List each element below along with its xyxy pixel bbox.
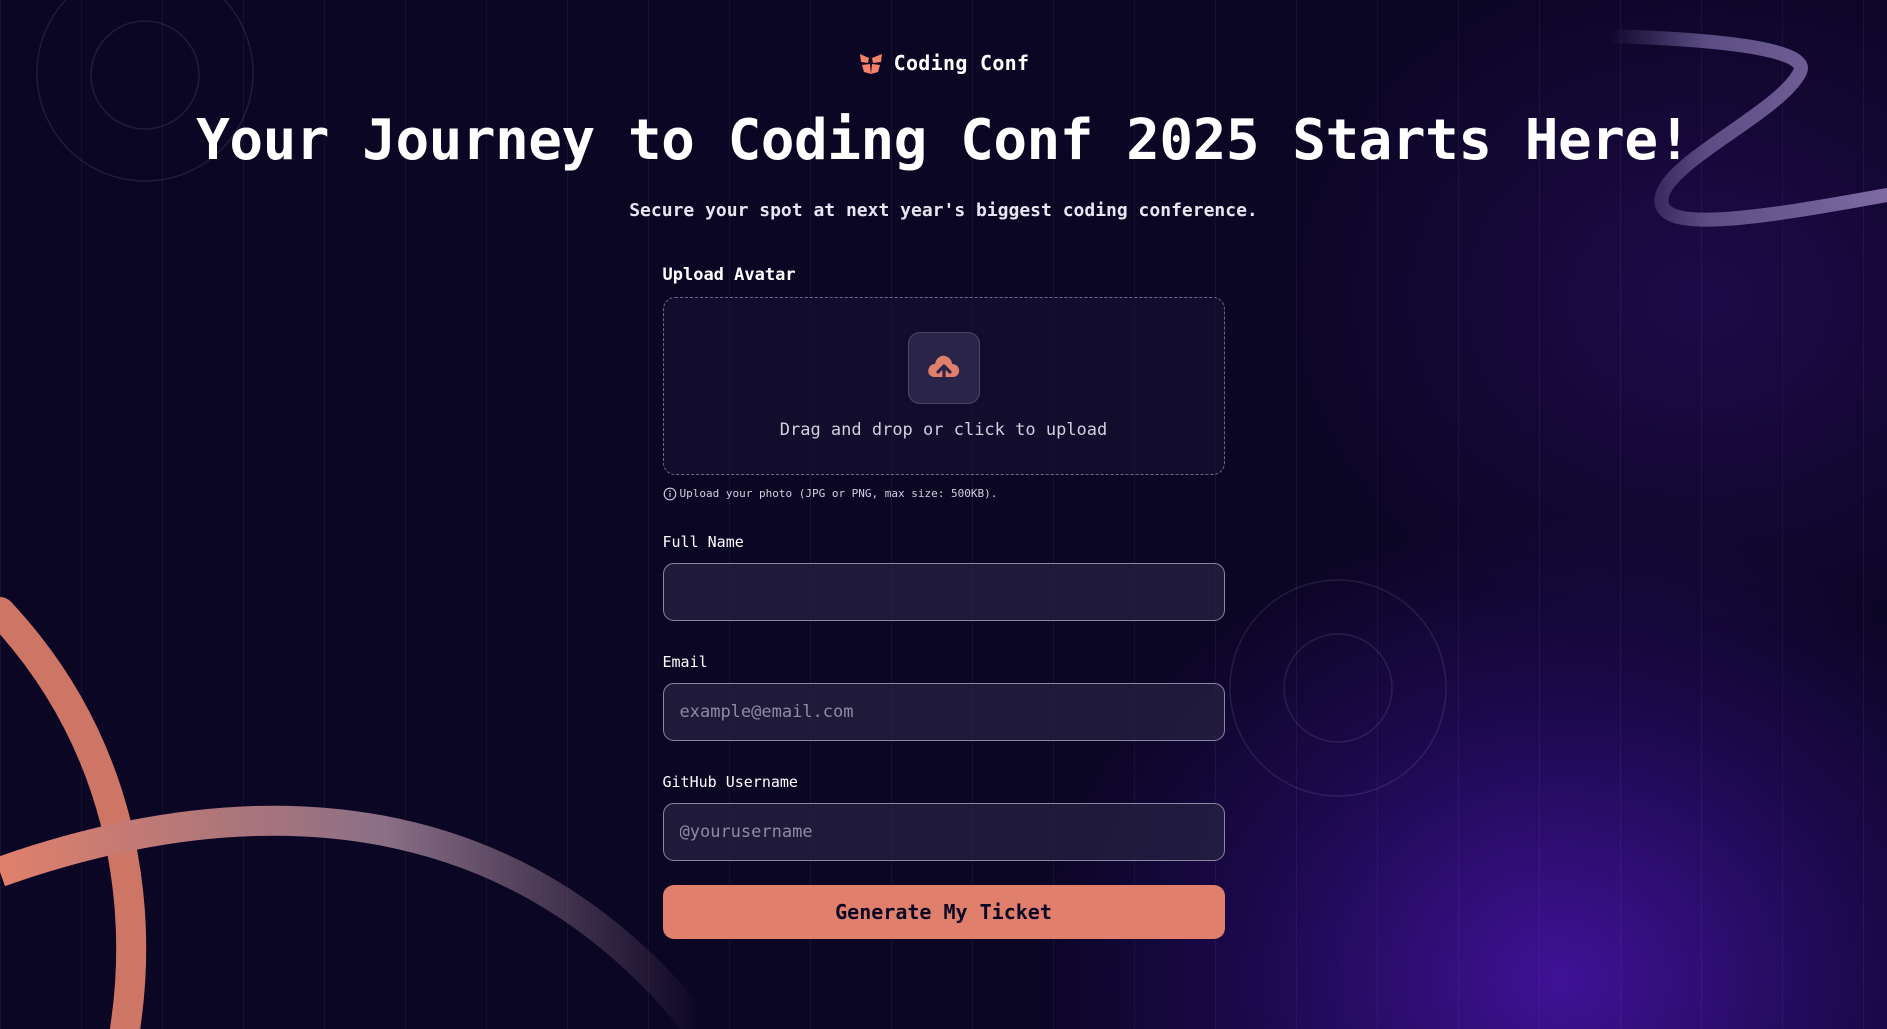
- github-username-input[interactable]: [662, 802, 1225, 861]
- github-group: GitHub Username: [662, 772, 1225, 861]
- page-subtitle: Secure your spot at next year's biggest …: [629, 199, 1258, 221]
- email-label: Email: [662, 652, 708, 671]
- full-name-label: Full Name: [662, 532, 744, 551]
- page-title: Your Journey to Coding Conf 2025 Starts …: [196, 108, 1691, 173]
- brand-name: Coding Conf: [893, 51, 1030, 75]
- brand[interactable]: Coding Conf: [858, 50, 1030, 76]
- upload-hint: Upload your photo (JPG or PNG, max size:…: [663, 487, 1225, 501]
- ticket-form: Upload Avatar Drag and drop or click to …: [662, 264, 1225, 939]
- upload-hint-text: Upload your photo (JPG or PNG, max size:…: [679, 487, 998, 501]
- email-input[interactable]: [662, 682, 1225, 741]
- coding-conf-logo-icon: [859, 54, 882, 74]
- full-name-group: Full Name: [662, 532, 1225, 621]
- email-group: Email: [662, 652, 1225, 741]
- upload-avatar-label: Upload Avatar: [662, 264, 796, 285]
- github-username-label: GitHub Username: [662, 772, 798, 791]
- avatar-dropzone[interactable]: Drag and drop or click to upload: [662, 296, 1225, 475]
- full-name-input[interactable]: [662, 562, 1225, 621]
- upload-icon-button[interactable]: [907, 331, 980, 404]
- cloud-upload-icon: [927, 355, 959, 383]
- main-content: Coding Conf Your Journey to Coding Conf …: [0, 0, 1887, 939]
- dropzone-text: Drag and drop or click to upload: [779, 419, 1108, 440]
- info-icon: [663, 487, 676, 500]
- generate-ticket-button[interactable]: Generate My Ticket: [662, 884, 1225, 939]
